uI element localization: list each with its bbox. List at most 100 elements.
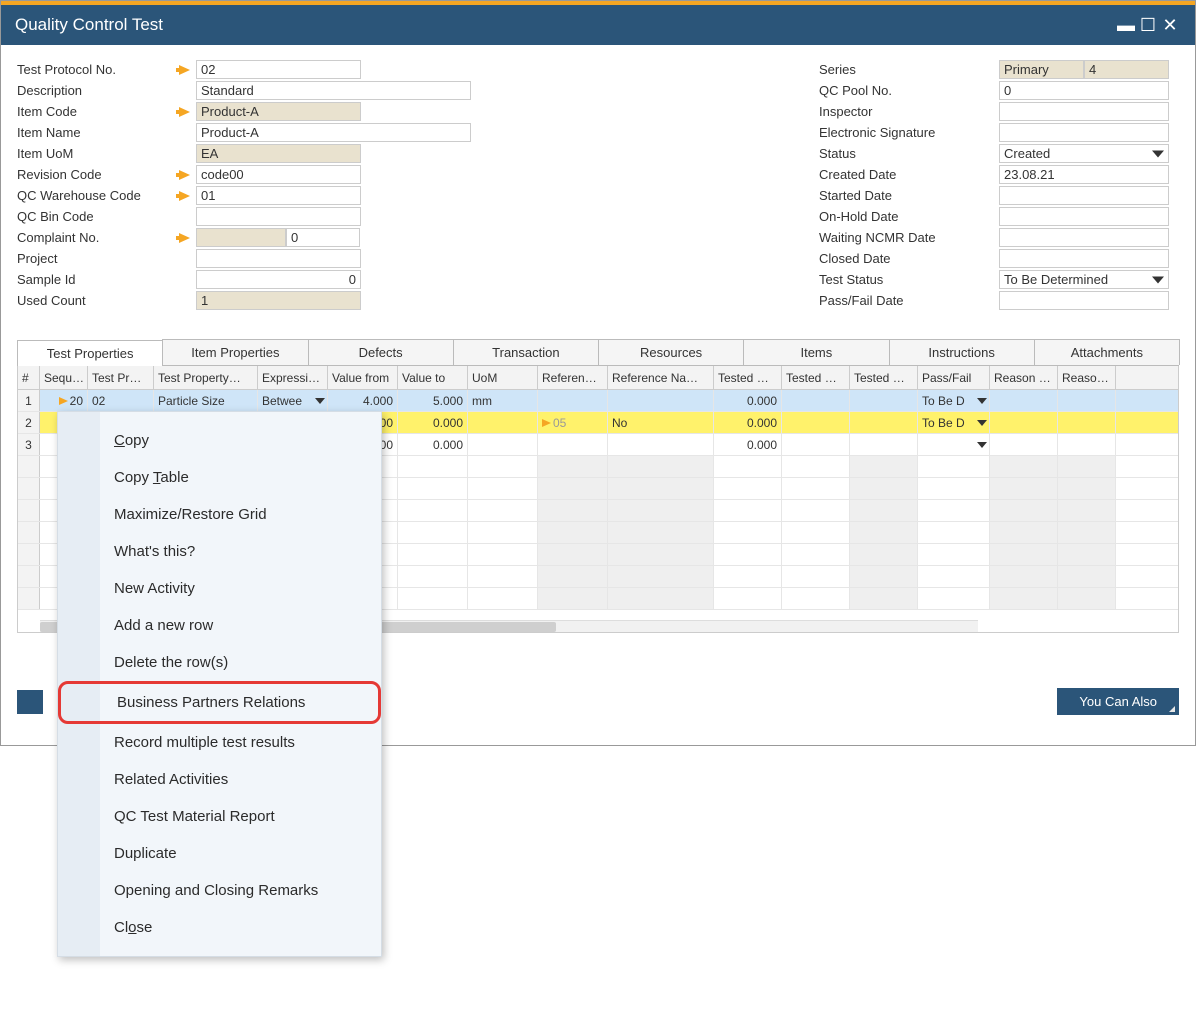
tab-defects[interactable]: Defects — [308, 339, 454, 365]
cell-tst2[interactable] — [782, 566, 850, 587]
cell-rc[interactable] — [990, 544, 1058, 565]
tab-transaction[interactable]: Transaction — [453, 339, 599, 365]
cell-tst1[interactable]: 0.000 — [714, 412, 782, 433]
cell-tst1[interactable] — [714, 522, 782, 543]
cell-rc[interactable] — [990, 566, 1058, 587]
cell-refn[interactable] — [608, 522, 714, 543]
cell-uom[interactable] — [468, 478, 538, 499]
cell-uom[interactable] — [468, 434, 538, 455]
cell-tst1[interactable]: 0.000 — [714, 390, 782, 411]
cell-tpcode[interactable]: 02 — [88, 390, 154, 411]
col-header-tst1[interactable]: Tested … — [714, 366, 782, 389]
tab-test-properties[interactable]: Test Properties — [17, 340, 163, 366]
input-test_status[interactable]: To Be Determined — [999, 270, 1169, 289]
cell-uom[interactable] — [468, 412, 538, 433]
cell-tst3[interactable] — [850, 456, 918, 477]
cell-refc[interactable]: 05 — [538, 412, 608, 433]
input-series-name[interactable]: Primary — [999, 60, 1084, 79]
cell-rc[interactable] — [990, 434, 1058, 455]
cell-refn[interactable] — [608, 478, 714, 499]
ctx-item-copy[interactable]: Copy — [58, 422, 381, 459]
input-created_date[interactable]: 23.08.21 — [999, 165, 1169, 184]
link-arrow-icon[interactable] — [179, 233, 190, 243]
cell-pf[interactable] — [918, 456, 990, 477]
cell-uom[interactable] — [468, 500, 538, 521]
input-closed_date[interactable] — [999, 249, 1169, 268]
cell-refc[interactable] — [538, 566, 608, 587]
cell-vto[interactable] — [398, 456, 468, 477]
col-header-tst3[interactable]: Tested … — [850, 366, 918, 389]
cell-refn[interactable] — [608, 588, 714, 609]
cell-refc[interactable] — [538, 544, 608, 565]
cell-rn[interactable] — [1058, 522, 1116, 543]
cell-rownum[interactable] — [18, 478, 40, 499]
cell-tst2[interactable] — [782, 456, 850, 477]
cell-tst2[interactable] — [782, 588, 850, 609]
cell-uom[interactable] — [468, 588, 538, 609]
cell-tst3[interactable] — [850, 500, 918, 521]
cell-rc[interactable] — [990, 478, 1058, 499]
cell-pf[interactable] — [918, 522, 990, 543]
cell-vto[interactable]: 0.000 — [398, 434, 468, 455]
input-used_count[interactable]: 1 — [196, 291, 361, 310]
input-item_name[interactable]: Product-A — [196, 123, 471, 142]
cell-tst2[interactable] — [782, 478, 850, 499]
ctx-item-duplicate[interactable]: Duplicate — [58, 835, 381, 872]
input-sample_id[interactable]: 0 — [196, 270, 361, 289]
col-header-refc[interactable]: Referen… — [538, 366, 608, 389]
cell-vto[interactable] — [398, 522, 468, 543]
cell-refc[interactable] — [538, 500, 608, 521]
cell-vto[interactable]: 5.000 — [398, 390, 468, 411]
ctx-item-delete-the-row-s[interactable]: Delete the row(s) — [58, 644, 381, 681]
cell-pf[interactable]: To Be D — [918, 412, 990, 433]
col-header-tst2[interactable]: Tested … — [782, 366, 850, 389]
cell-pf[interactable] — [918, 566, 990, 587]
input-description[interactable]: Standard — [196, 81, 471, 100]
col-header-expr[interactable]: Expressi… — [258, 366, 328, 389]
cell-expr[interactable]: Betwee — [258, 390, 328, 411]
cell-rn[interactable] — [1058, 500, 1116, 521]
cell-refn[interactable] — [608, 434, 714, 455]
input-esig[interactable] — [999, 123, 1169, 142]
cell-tst3[interactable] — [850, 544, 918, 565]
link-arrow-icon[interactable] — [179, 65, 190, 75]
cell-refn[interactable] — [608, 500, 714, 521]
cell-pf[interactable] — [918, 434, 990, 455]
cell-pf[interactable] — [918, 478, 990, 499]
cell-rownum[interactable] — [18, 588, 40, 609]
input-inspector[interactable] — [999, 102, 1169, 121]
cell-vto[interactable] — [398, 588, 468, 609]
cell-refn[interactable] — [608, 456, 714, 477]
cell-vto[interactable] — [398, 544, 468, 565]
tab-attachments[interactable]: Attachments — [1034, 339, 1180, 365]
input-status[interactable]: Created — [999, 144, 1169, 163]
cell-rownum[interactable]: 3 — [18, 434, 40, 455]
ctx-item-qc-test-material-report[interactable]: QC Test Material Report — [58, 798, 381, 835]
input-onhold_date[interactable] — [999, 207, 1169, 226]
cell-uom[interactable] — [468, 544, 538, 565]
you-can-also-button[interactable]: You Can Also — [1057, 688, 1179, 715]
maximize-icon[interactable]: ☐ — [1137, 16, 1159, 34]
cell-rownum[interactable]: 1 — [18, 390, 40, 411]
input-item_uom[interactable]: EA — [196, 144, 361, 163]
ctx-item-new-activity[interactable]: New Activity — [58, 570, 381, 607]
cell-pf[interactable]: To Be D — [918, 390, 990, 411]
ctx-item-business-partners-relations[interactable]: Business Partners Relations — [58, 681, 381, 724]
cell-rownum[interactable] — [18, 566, 40, 587]
col-header-vto[interactable]: Value to — [398, 366, 468, 389]
footer-accent-button[interactable] — [17, 690, 43, 714]
cell-rn[interactable] — [1058, 434, 1116, 455]
cell-tst1[interactable] — [714, 566, 782, 587]
input-qc_bin_code[interactable] — [196, 207, 361, 226]
cell-tst3[interactable] — [850, 412, 918, 433]
cell-tst2[interactable] — [782, 412, 850, 433]
link-arrow-icon[interactable] — [179, 170, 190, 180]
ctx-item-record-multiple-test-results[interactable]: Record multiple test results — [58, 724, 381, 761]
cell-refc[interactable] — [538, 390, 608, 411]
cell-vfrom[interactable]: 4.000 — [328, 390, 398, 411]
cell-uom[interactable] — [468, 566, 538, 587]
col-header-rownum[interactable]: # — [18, 366, 40, 389]
close-icon[interactable]: ✕ — [1159, 16, 1181, 34]
cell-tst2[interactable] — [782, 390, 850, 411]
ctx-item-copy-table[interactable]: Copy Table — [58, 459, 381, 496]
